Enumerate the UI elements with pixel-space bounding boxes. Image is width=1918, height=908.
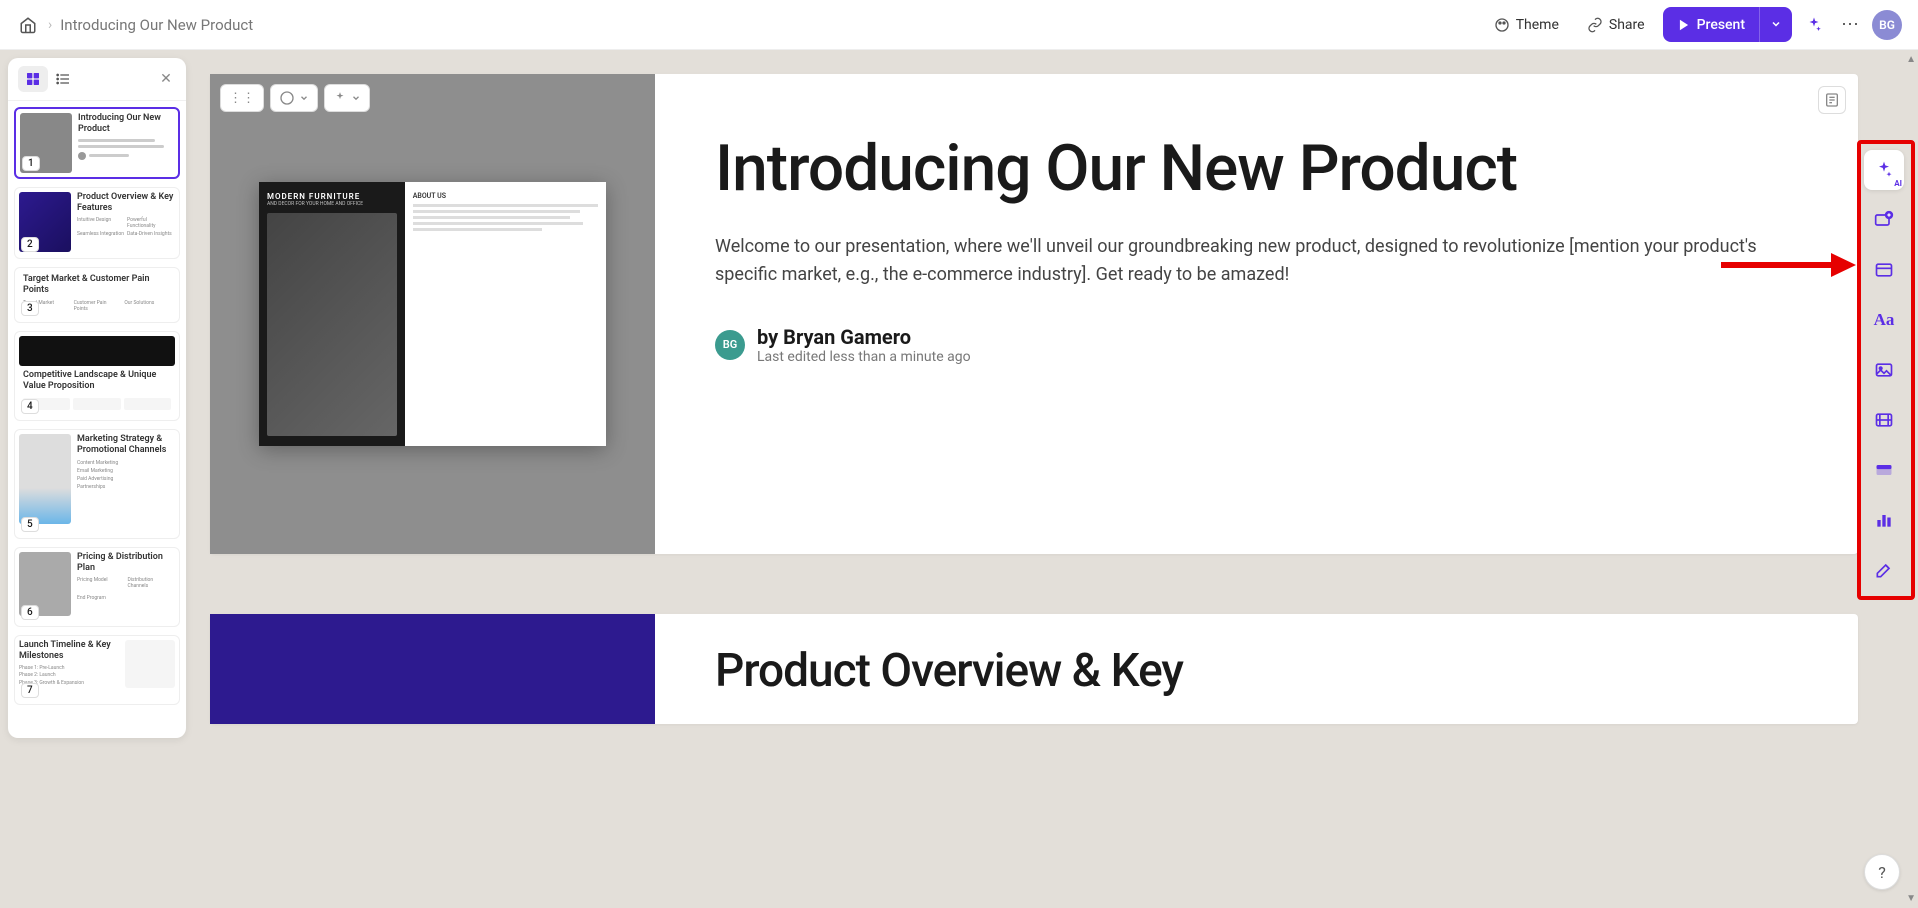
notes-button[interactable] (1818, 86, 1846, 114)
slide-2[interactable]: Product Overview & Key (210, 614, 1858, 724)
slide-thumb[interactable]: Launch Timeline & Key MilestonesPhase 1:… (14, 635, 180, 705)
chevron-down-icon (351, 93, 361, 103)
chevron-down-icon (1770, 18, 1782, 30)
slide-thumb[interactable]: Marketing Strategy & Promotional Channel… (14, 429, 180, 539)
image-tool[interactable] (1864, 350, 1904, 390)
slide-number: 7 (21, 683, 39, 698)
slide-panel-tabs: ✕ (8, 58, 186, 101)
slide-number: 5 (21, 517, 39, 532)
page-title: Introducing Our New Product (60, 16, 253, 34)
home-icon (19, 16, 37, 34)
slide-2-content[interactable]: Product Overview & Key (655, 614, 1858, 724)
present-button[interactable]: Present (1663, 9, 1759, 41)
chevron-down-icon (299, 93, 309, 103)
color-picker-button[interactable] (270, 84, 318, 112)
breadcrumb-separator: › (48, 17, 52, 33)
sparkle-icon (1805, 16, 1823, 34)
slide-thumbnail-list[interactable]: Introducing Our New Product 1 Product Ov… (8, 101, 186, 738)
list-icon (55, 71, 71, 87)
ai-tools-button[interactable] (324, 84, 370, 112)
slide-thumb[interactable]: Pricing & Distribution PlanPricing Model… (14, 547, 180, 627)
scroll-up-arrow[interactable]: ▲ (1906, 54, 1916, 65)
thumbnail-view-tab[interactable] (18, 66, 48, 92)
slide-1-content[interactable]: Introducing Our New Product Welcome to o… (655, 74, 1858, 554)
notes-icon (1824, 92, 1840, 108)
draw-tool[interactable] (1864, 550, 1904, 590)
author-name: by Bryan Gamero (757, 325, 971, 349)
text-icon: Aa (1874, 310, 1895, 330)
brochure-mockup: MODERN FURNITURE AND DECOR FOR YOUR HOME… (259, 182, 606, 446)
grid-icon (25, 71, 41, 87)
user-avatar[interactable]: BG (1872, 10, 1902, 40)
text-tool[interactable]: Aa (1864, 300, 1904, 340)
slide-number: 2 (21, 237, 39, 252)
drag-handle[interactable]: ⋮⋮ (220, 84, 264, 112)
right-toolbar: AI Aa (1860, 150, 1908, 590)
slide-number: 3 (21, 301, 39, 316)
ai-tool[interactable]: AI (1864, 150, 1904, 190)
share-button[interactable]: Share (1577, 11, 1655, 39)
video-icon (1874, 410, 1894, 430)
link-icon (1587, 17, 1603, 33)
template-tool[interactable] (1864, 250, 1904, 290)
ai-sparkle-button[interactable] (1800, 11, 1828, 39)
present-button-group: Present (1663, 7, 1792, 42)
embed-tool[interactable] (1864, 450, 1904, 490)
image-icon (1874, 360, 1894, 380)
slide-thumb[interactable]: Introducing Our New Product 1 (14, 107, 180, 179)
canvas[interactable]: ⋮⋮ MODERN FURNITURE AND D (0, 50, 1918, 908)
play-icon (1677, 18, 1691, 32)
sparkle-icon (333, 91, 347, 105)
slide-1[interactable]: ⋮⋮ MODERN FURNITURE AND D (210, 74, 1858, 554)
palette-icon (1494, 17, 1510, 33)
pencil-icon (1874, 560, 1894, 580)
help-button[interactable]: ? (1864, 854, 1900, 890)
author-block: BG by Bryan Gamero Last edited less than… (715, 325, 1798, 365)
present-label: Present (1697, 17, 1745, 33)
present-dropdown[interactable] (1759, 7, 1792, 42)
slide-number: 6 (21, 605, 39, 620)
topbar: › Introducing Our New Product Theme Shar… (0, 0, 1918, 50)
slide-number: 1 (22, 156, 40, 171)
chart-icon (1874, 510, 1894, 530)
last-edited: Last edited less than a minute ago (757, 349, 971, 365)
slide-description[interactable]: Welcome to our presentation, where we'll… (715, 233, 1798, 289)
slide-thumb[interactable]: Target Market & Customer Pain PointsTarg… (14, 267, 180, 323)
slide-thumb[interactable]: Competitive Landscape & Unique Value Pro… (14, 331, 180, 421)
more-button[interactable]: ⋯ (1836, 11, 1864, 39)
close-panel-button[interactable]: ✕ (156, 69, 176, 89)
embed-icon (1874, 460, 1894, 480)
sparkle-icon (1874, 160, 1894, 180)
share-label: Share (1609, 17, 1645, 33)
slide-number: 4 (21, 399, 39, 414)
slide-1-image-area[interactable]: ⋮⋮ MODERN FURNITURE AND D (210, 74, 655, 554)
slide-title[interactable]: Product Overview & Key (715, 644, 1798, 698)
slide-2-image-area[interactable] (210, 614, 655, 724)
scroll-down-arrow[interactable]: ▼ (1906, 893, 1916, 904)
ai-badge: AI (1894, 179, 1902, 188)
video-tool[interactable] (1864, 400, 1904, 440)
chart-tool[interactable] (1864, 500, 1904, 540)
layout-icon (1874, 260, 1894, 280)
slide-controls: ⋮⋮ (220, 84, 370, 112)
theme-button[interactable]: Theme (1484, 11, 1569, 39)
workspace: ✕ Introducing Our New Product 1 Product … (0, 50, 1918, 908)
add-card-tool[interactable] (1864, 200, 1904, 240)
home-button[interactable] (16, 13, 40, 37)
theme-label: Theme (1516, 17, 1559, 33)
card-plus-icon (1874, 210, 1894, 230)
author-avatar: BG (715, 330, 745, 360)
slide-title[interactable]: Introducing Our New Product (715, 134, 1798, 203)
slide-thumb[interactable]: Product Overview & Key FeaturesIntuitive… (14, 187, 180, 259)
palette-icon (279, 90, 295, 106)
slide-panel: ✕ Introducing Our New Product 1 Product … (8, 58, 186, 738)
outline-view-tab[interactable] (48, 66, 78, 92)
